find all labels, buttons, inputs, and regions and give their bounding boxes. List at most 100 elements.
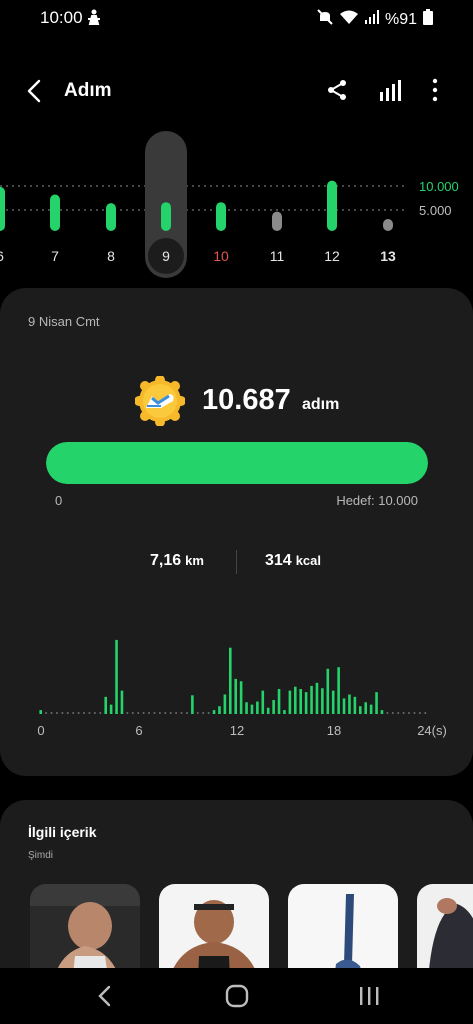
daily-steps-chart[interactable]: 10.000 5.000 6 7 8 9 10 11 12 13: [0, 128, 473, 278]
hourly-empty-dot: [50, 712, 53, 714]
nav-recent-icon[interactable]: [357, 985, 381, 1007]
hourly-step-bar: [310, 685, 313, 714]
mute-icon: [317, 9, 333, 30]
hour-axis-label: 18: [327, 723, 341, 738]
hourly-step-bar: [375, 692, 378, 714]
hourly-step-bar: [288, 690, 292, 714]
hourly-step-bar: [299, 689, 303, 714]
daily-step-bar[interactable]: [161, 202, 171, 231]
hourly-empty-dot: [158, 712, 161, 714]
person-icon: [87, 9, 101, 30]
hourly-step-bar: [326, 668, 330, 714]
hourly-empty-dot: [83, 712, 86, 714]
hourly-empty-dot: [126, 712, 129, 714]
hourly-empty-dot: [55, 712, 58, 714]
hourly-step-bar: [239, 681, 243, 714]
hourly-step-bar: [304, 692, 308, 714]
steps-unit: adım: [302, 396, 340, 413]
day-label[interactable]: 10: [213, 248, 229, 264]
day-label[interactable]: 13: [380, 248, 396, 264]
hourly-empty-dot: [142, 712, 145, 714]
summary-card: 9 Nisan Cmt 10.687 adım 0 Hedef: 10.000 …: [0, 288, 473, 776]
day-label[interactable]: 8: [107, 248, 115, 264]
hourly-empty-dot: [93, 712, 96, 714]
hour-axis-label: 6: [135, 723, 142, 738]
hourly-step-bar: [245, 702, 248, 714]
hourly-step-bar: [115, 639, 118, 714]
hourly-step-bar: [315, 682, 319, 714]
more-icon[interactable]: [428, 77, 442, 103]
calories-value: 314: [265, 552, 292, 569]
hourly-empty-dot: [418, 712, 421, 714]
hourly-step-bar: [191, 695, 194, 714]
wifi-icon: [339, 9, 359, 30]
hourly-empty-dot: [131, 712, 134, 714]
hour-axis-label: 24(s): [417, 723, 447, 738]
nav-home-icon[interactable]: [224, 983, 250, 1009]
related-subtitle: Şimdi: [28, 850, 54, 861]
daily-step-bar[interactable]: [272, 211, 282, 231]
hourly-step-bar: [223, 694, 227, 714]
hourly-empty-dot: [185, 712, 188, 714]
hourly-step-bar: [321, 688, 324, 714]
hourly-empty-dot: [402, 712, 405, 714]
summary-date: 9 Nisan Cmt: [28, 314, 100, 329]
day-label[interactable]: 11: [270, 248, 285, 264]
hourly-step-bar: [104, 696, 108, 714]
hourly-empty-dot: [386, 712, 389, 714]
progress-min-label: 0: [55, 493, 63, 508]
bar-chart-icon[interactable]: [378, 78, 404, 102]
hourly-step-bar: [353, 696, 357, 714]
distance-unit: km: [185, 553, 204, 568]
progress-fill: [46, 442, 428, 484]
hourly-step-bar: [218, 706, 221, 714]
daily-step-bar[interactable]: [106, 203, 116, 231]
steps-value: 10.687: [202, 384, 291, 416]
status-bar: 10:00 %91: [0, 0, 473, 36]
hourly-step-bar: [120, 690, 124, 714]
hourly-empty-dot: [207, 712, 210, 714]
hourly-empty-dot: [175, 712, 178, 714]
back-icon[interactable]: [22, 78, 48, 104]
hourly-step-bar: [331, 690, 335, 714]
hourly-step-bar: [283, 710, 286, 714]
hourly-steps-chart: 0 6 12 18 24(s): [37, 639, 447, 738]
hourly-empty-dot: [413, 712, 416, 714]
hourly-step-bar: [256, 701, 259, 714]
hourly-step-bar: [261, 690, 265, 714]
hourly-step-bar: [277, 689, 281, 714]
hourly-step-bar: [293, 686, 297, 714]
day-label[interactable]: 7: [51, 248, 59, 264]
half-line-label: 5.000: [419, 203, 452, 218]
daily-step-bar[interactable]: [216, 202, 226, 231]
hourly-empty-dot: [408, 712, 411, 714]
app-bar: Adım: [0, 70, 473, 112]
hourly-empty-dot: [148, 712, 151, 714]
hourly-step-bar: [109, 704, 113, 714]
hourly-step-bar: [234, 678, 238, 714]
daily-step-bar[interactable]: [50, 194, 60, 231]
hourly-empty-dot: [72, 712, 75, 714]
stat-divider: [236, 550, 237, 574]
hour-axis-label: 12: [230, 723, 244, 738]
day-label[interactable]: 12: [324, 248, 340, 264]
calories-unit: kcal: [295, 553, 322, 568]
hourly-empty-dot: [169, 712, 172, 714]
daily-step-bar[interactable]: [327, 180, 337, 231]
status-time: 10:00: [40, 8, 83, 27]
running-shoe-badge-icon: [134, 375, 186, 427]
hourly-step-bar: [39, 710, 43, 714]
hourly-step-bar: [272, 699, 275, 714]
share-icon[interactable]: [325, 78, 349, 102]
nav-back-icon[interactable]: [96, 984, 114, 1008]
daily-step-bar[interactable]: [383, 219, 393, 231]
hourly-empty-dot: [137, 712, 140, 714]
hourly-step-bar: [250, 704, 254, 714]
day-label[interactable]: 6: [0, 248, 4, 264]
hourly-empty-dot: [45, 712, 48, 714]
hourly-step-bar: [348, 694, 351, 714]
hourly-empty-dot: [397, 712, 400, 714]
calories-stat: 314 kcal: [265, 552, 321, 570]
daily-step-bar[interactable]: [0, 186, 5, 231]
day-label[interactable]: 9: [162, 248, 170, 264]
